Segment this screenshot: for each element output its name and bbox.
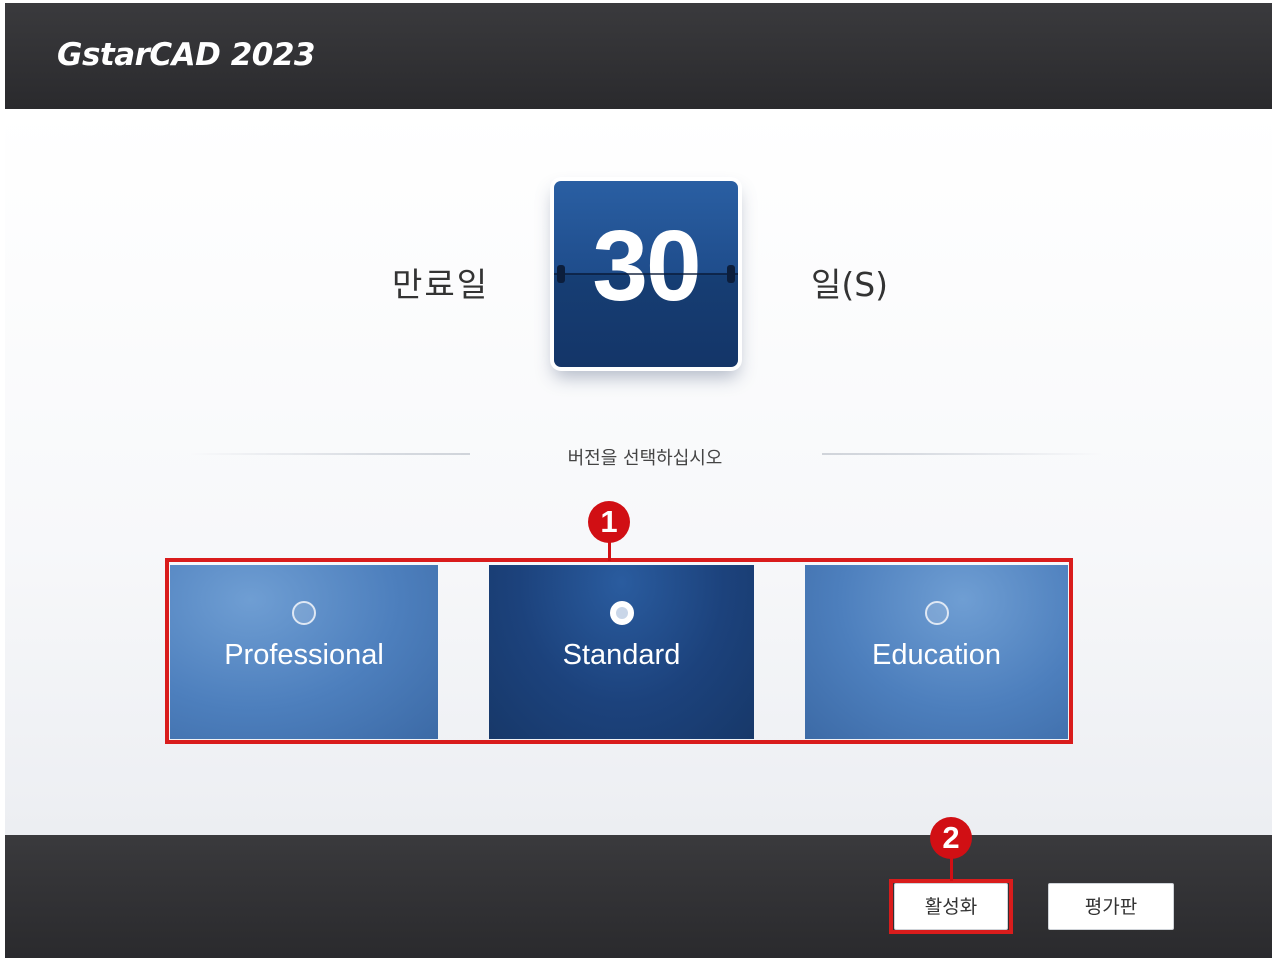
- days-remaining-value: 30: [592, 210, 701, 322]
- flip-hinge-right: [727, 265, 735, 283]
- callout-1-stem: [608, 541, 611, 561]
- days-unit-label: 일(S): [811, 265, 889, 304]
- edition-highlight-box: [165, 558, 1073, 744]
- trial-button[interactable]: 평가판: [1048, 883, 1174, 930]
- license-window: GstarCAD 2023 만료일 30 일(S) 버전을 선택하십시오 Pro…: [5, 3, 1272, 958]
- divider-right: [822, 453, 1102, 455]
- callout-2-stem: [950, 857, 953, 881]
- callout-2-badge: 2: [930, 817, 972, 859]
- divider-left: [190, 453, 470, 455]
- callout-1-badge: 1: [588, 501, 630, 543]
- days-remaining-card: 30: [554, 181, 738, 367]
- flip-hinge-left: [557, 265, 565, 283]
- flip-divider: [554, 273, 738, 275]
- activate-highlight-box: [889, 879, 1013, 934]
- expiry-label: 만료일: [392, 265, 490, 304]
- version-select-prompt: 버전을 선택하십시오: [567, 448, 723, 469]
- header-bar: GstarCAD 2023: [5, 3, 1272, 109]
- app-logo: GstarCAD 2023: [57, 37, 315, 73]
